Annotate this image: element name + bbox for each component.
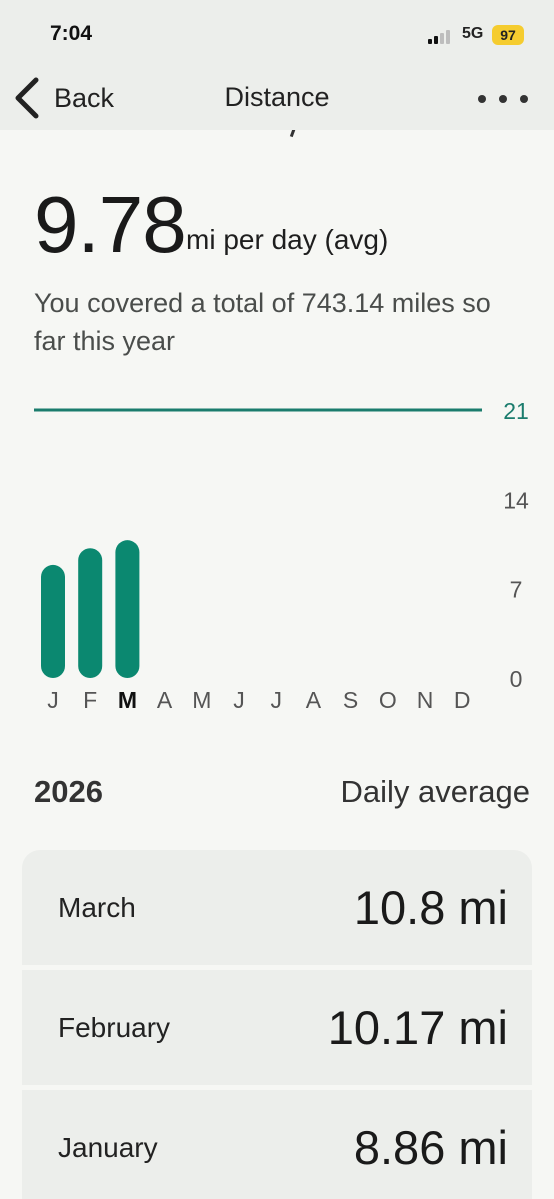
y-tick-label: 21: [503, 398, 529, 424]
x-tick-label: N: [417, 687, 434, 713]
month-name: March: [58, 891, 136, 923]
chart-bar-1: [78, 548, 103, 678]
year-label: 2026: [34, 774, 103, 809]
x-tick-label: O: [379, 687, 397, 713]
y-tick-label: 7: [510, 577, 523, 603]
month-name: February: [58, 1011, 171, 1043]
x-tick-label: M: [118, 687, 137, 713]
x-tick-label: J: [233, 687, 245, 713]
metric-label: Daily average: [340, 774, 530, 809]
x-tick-label: J: [270, 687, 282, 713]
list-item-march[interactable]: March 10.8 mi: [22, 850, 532, 965]
list-item-january[interactable]: January 8.86 mi: [22, 1090, 532, 1199]
month-list: March 10.8 mi February 10.17 mi January …: [22, 850, 532, 1199]
battery-level: 97: [500, 27, 516, 43]
x-tick-label: M: [192, 687, 211, 713]
x-tick-label: D: [454, 687, 471, 713]
signal-strength-icon: [428, 28, 456, 44]
x-tick-label: A: [157, 687, 173, 713]
x-tick-label: F: [83, 687, 97, 713]
chart-bar-0: [41, 564, 65, 678]
chart-bar-2: [115, 540, 140, 678]
list-item-february[interactable]: February 10.17 mi: [22, 970, 532, 1085]
month-value: 10.8 mi: [353, 881, 508, 934]
more-options-icon[interactable]: [478, 84, 528, 114]
status-time: 7:04: [50, 22, 93, 45]
navigation-bar: Back Distance: [0, 70, 554, 130]
month-value: 8.86 mi: [353, 1121, 508, 1174]
summary-description: You covered a total of 743.14 miles so f…: [34, 288, 491, 356]
y-tick-label: 0: [510, 666, 523, 692]
month-name: January: [58, 1131, 158, 1163]
status-bar: 7:04 5G 97: [0, 0, 554, 70]
month-value: 10.17 mi: [327, 1001, 508, 1054]
network-label: 5G: [462, 25, 484, 42]
x-tick-label: J: [47, 687, 59, 713]
x-tick-label: S: [343, 687, 358, 713]
page-title: Distance: [224, 82, 330, 112]
clipped-heading-fragment: [276, 130, 306, 140]
y-tick-label: 14: [503, 487, 529, 513]
x-tick-label: A: [306, 687, 322, 713]
average-unit: mi per day (avg): [186, 224, 389, 255]
battery-icon: 97: [492, 25, 524, 45]
chart-canvas: 211470J F M A M J J A S O N D: [34, 398, 529, 713]
monthly-distance-chart: 21 14 7 0 J F M A M J J A S O N D: [0, 380, 554, 720]
average-value: 9.78: [34, 180, 187, 269]
